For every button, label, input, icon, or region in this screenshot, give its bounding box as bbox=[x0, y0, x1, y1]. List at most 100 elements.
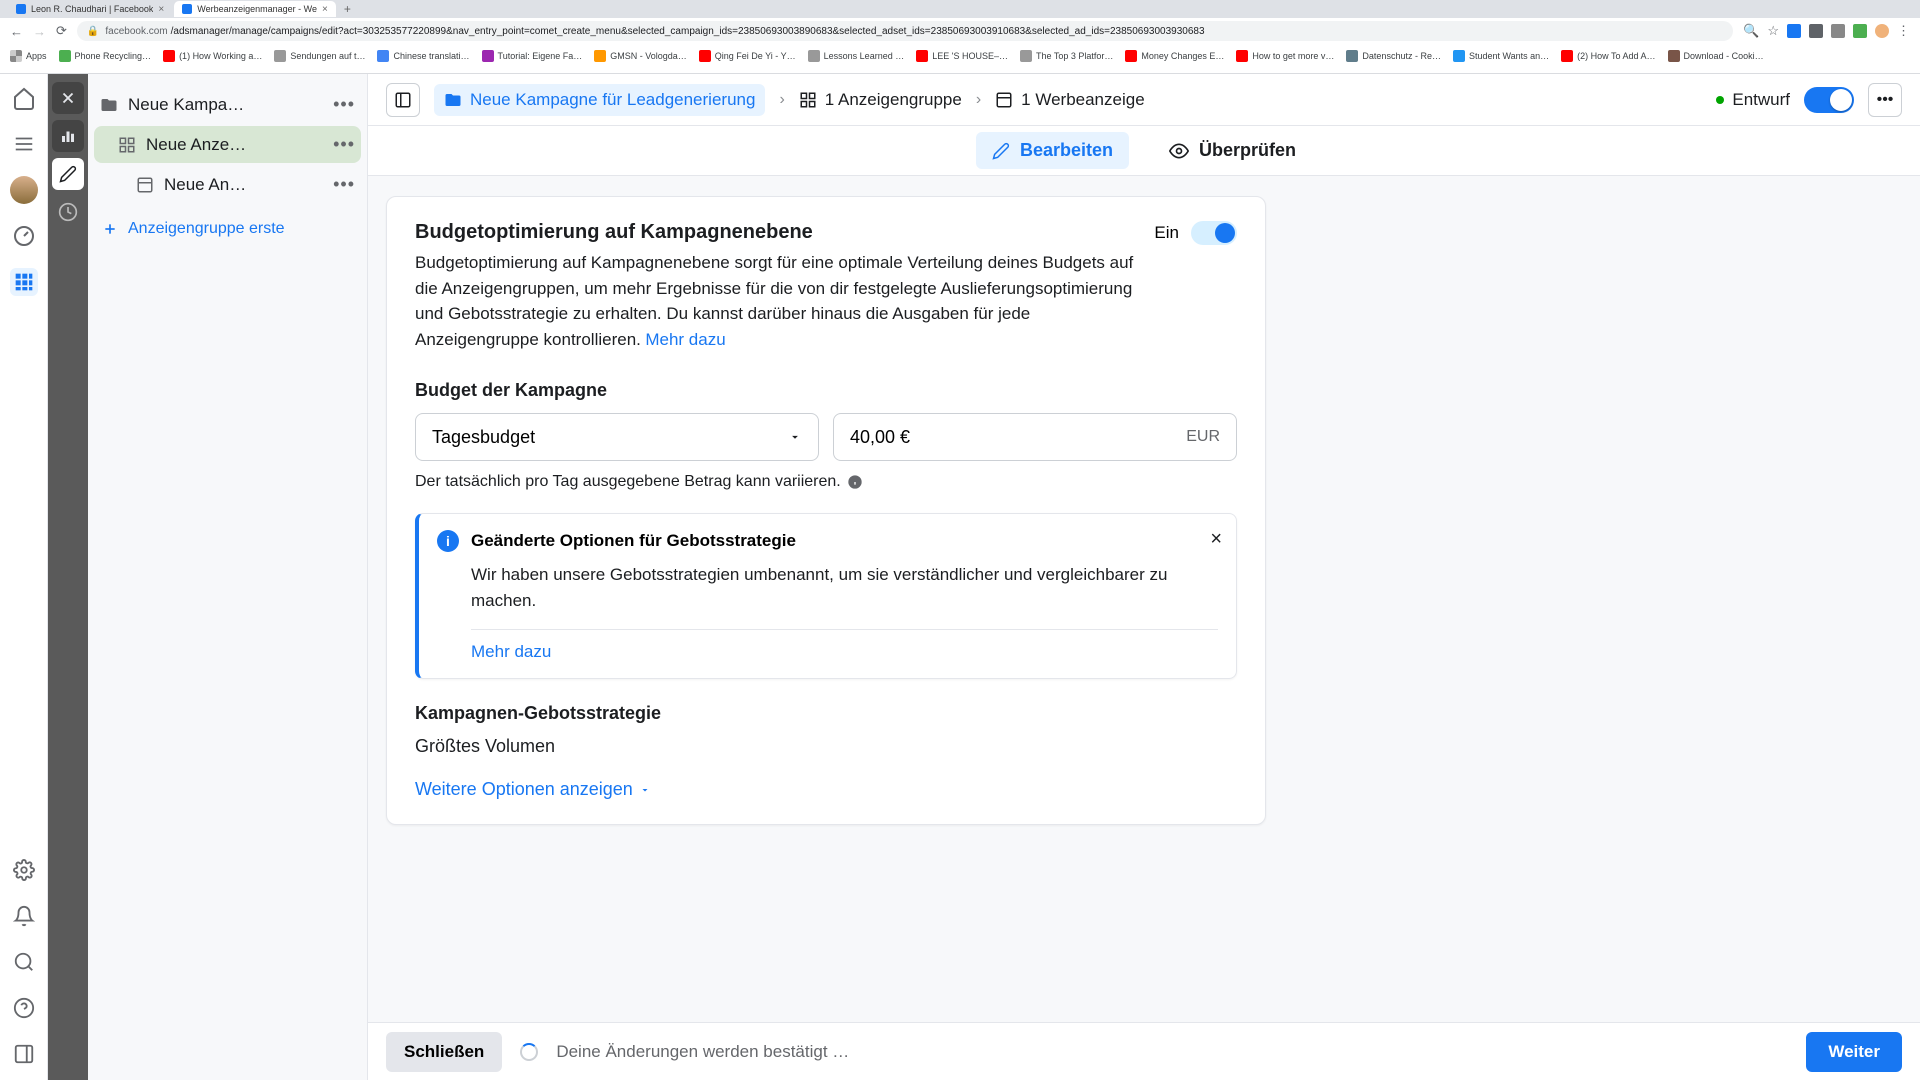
budget-type-select[interactable]: Tagesbudget bbox=[415, 413, 819, 461]
zoom-icon[interactable]: 🔍 bbox=[1743, 23, 1759, 39]
add-adset-button[interactable]: Anzeigengruppe erste bbox=[94, 206, 361, 252]
bookmark-item[interactable]: Student Wants an… bbox=[1453, 50, 1549, 62]
bookmark-item[interactable]: Download - Cooki… bbox=[1668, 50, 1764, 62]
browser-tab-active[interactable]: Werbeanzeigenmanager - We × bbox=[174, 1, 336, 17]
bookmark-item[interactable]: Money Changes E… bbox=[1125, 50, 1224, 62]
bookmark-item[interactable]: Qing Fei De Yi - Y… bbox=[699, 50, 796, 62]
panel-toggle-button[interactable] bbox=[386, 83, 420, 117]
bookmark-item[interactable]: Sendungen auf t… bbox=[274, 50, 365, 62]
budget-card: Budgetoptimierung auf Kampagnenebene Bud… bbox=[386, 196, 1266, 825]
spinner-icon bbox=[520, 1043, 538, 1061]
back-button[interactable]: ← bbox=[10, 24, 23, 39]
bookmark-item[interactable]: Chinese translati… bbox=[377, 50, 469, 62]
close-icon[interactable]: × bbox=[158, 4, 164, 15]
profile-icon[interactable] bbox=[1875, 24, 1889, 38]
reload-button[interactable]: ⟳ bbox=[56, 23, 67, 39]
url-bar[interactable]: 🔒 facebook.com/adsmanager/manage/campaig… bbox=[77, 21, 1733, 41]
campaign-toggle[interactable] bbox=[1804, 87, 1854, 113]
ad-icon bbox=[136, 176, 154, 194]
forward-button[interactable]: → bbox=[33, 24, 46, 39]
clock-icon[interactable] bbox=[52, 196, 84, 228]
learn-more-link[interactable]: Mehr dazu bbox=[645, 330, 725, 349]
edit-tab[interactable]: Bearbeiten bbox=[976, 132, 1129, 169]
cbo-toggle[interactable] bbox=[1191, 221, 1237, 245]
browser-tab[interactable]: Leon R. Chaudhari | Facebook × bbox=[8, 1, 172, 17]
breadcrumb-campaign[interactable]: Neue Kampagne für Leadgenerierung bbox=[434, 84, 765, 116]
more-icon[interactable]: ••• bbox=[333, 94, 355, 115]
collapse-icon[interactable] bbox=[10, 1040, 38, 1068]
extension-icon[interactable] bbox=[1831, 24, 1845, 38]
budget-amount-input[interactable] bbox=[850, 427, 1186, 448]
apps-button[interactable]: Apps bbox=[10, 50, 47, 62]
info-icon: i bbox=[437, 530, 459, 552]
tab-bar: Leon R. Chaudhari | Facebook × Werbeanze… bbox=[0, 0, 1920, 18]
select-value: Tagesbudget bbox=[432, 427, 535, 448]
chevron-right-icon: › bbox=[779, 91, 784, 109]
bookmark-item[interactable]: (2) How To Add A… bbox=[1561, 50, 1655, 62]
extension-icon[interactable] bbox=[1853, 24, 1867, 38]
info-learn-more-link[interactable]: Mehr dazu bbox=[437, 642, 1218, 662]
folder-icon bbox=[444, 91, 462, 109]
bookmark-item[interactable]: How to get more v… bbox=[1236, 50, 1334, 62]
tree-campaign-row[interactable]: Neue Kampa… ••• bbox=[94, 86, 361, 123]
favicon bbox=[182, 4, 192, 14]
star-icon[interactable]: ☆ bbox=[1767, 23, 1779, 39]
bookmark-item[interactable]: The Top 3 Platfor… bbox=[1020, 50, 1113, 62]
menu-icon[interactable]: ⋮ bbox=[1897, 23, 1910, 39]
content-scroll[interactable]: Budgetoptimierung auf Kampagnenebene Bud… bbox=[368, 176, 1920, 1080]
folder-icon bbox=[100, 96, 118, 114]
help-icon[interactable] bbox=[10, 994, 38, 1022]
more-icon[interactable]: ••• bbox=[333, 174, 355, 195]
home-icon[interactable] bbox=[10, 84, 38, 112]
draft-label: Entwurf bbox=[1732, 90, 1790, 110]
gauge-icon[interactable] bbox=[10, 222, 38, 250]
bookmark-item[interactable]: Phone Recycling… bbox=[59, 50, 152, 62]
ads-manager-icon[interactable] bbox=[10, 268, 38, 296]
info-icon[interactable] bbox=[847, 474, 863, 490]
close-icon[interactable]: × bbox=[322, 4, 328, 15]
chart-icon[interactable] bbox=[52, 120, 84, 152]
budget-section-title: Budget der Kampagne bbox=[415, 380, 1237, 401]
budget-amount-field[interactable]: EUR bbox=[833, 413, 1237, 461]
bookmark-item[interactable]: (1) How Working a… bbox=[163, 50, 262, 62]
extension-icon[interactable] bbox=[1787, 24, 1801, 38]
close-icon[interactable]: × bbox=[1210, 528, 1222, 551]
breadcrumb-ad[interactable]: 1 Werbeanzeige bbox=[995, 90, 1145, 110]
breadcrumb-adset[interactable]: 1 Anzeigengruppe bbox=[799, 90, 962, 110]
bookmark-item[interactable]: Lessons Learned … bbox=[808, 50, 905, 62]
avatar[interactable] bbox=[10, 176, 38, 204]
info-title: Geänderte Optionen für Gebotsstrategie bbox=[471, 531, 796, 551]
search-icon[interactable] bbox=[10, 948, 38, 976]
close-button[interactable] bbox=[52, 82, 84, 114]
extension-icon[interactable] bbox=[1809, 24, 1823, 38]
favicon bbox=[16, 4, 26, 14]
info-body: Wir haben unsere Gebotsstrategien umbena… bbox=[437, 562, 1218, 613]
plus-icon bbox=[102, 221, 118, 237]
gear-icon[interactable] bbox=[10, 856, 38, 884]
edit-icon[interactable] bbox=[52, 158, 84, 190]
tree-label: Neue Anze… bbox=[146, 135, 246, 155]
review-tab[interactable]: Überprüfen bbox=[1153, 132, 1312, 169]
bookmark-item[interactable]: Tutorial: Eigene Fa… bbox=[482, 50, 583, 62]
url-host: facebook.com bbox=[105, 26, 167, 37]
crumb-label: 1 Werbeanzeige bbox=[1021, 90, 1145, 110]
menu-icon[interactable] bbox=[10, 130, 38, 158]
tree-ad-row[interactable]: Neue An… ••• bbox=[94, 166, 361, 203]
close-button[interactable]: Schließen bbox=[386, 1032, 502, 1072]
bookmark-item[interactable]: Datenschutz - Re… bbox=[1346, 50, 1441, 62]
tab-label: Bearbeiten bbox=[1020, 140, 1113, 161]
bookmark-item[interactable]: GMSN - Vologda… bbox=[594, 50, 687, 62]
bookmark-item[interactable]: LEE 'S HOUSE–… bbox=[916, 50, 1008, 62]
tree-adset-row[interactable]: Neue Anze… ••• bbox=[94, 126, 361, 163]
left-rail bbox=[0, 74, 48, 1080]
ad-icon bbox=[995, 91, 1013, 109]
next-button[interactable]: Weiter bbox=[1806, 1032, 1902, 1072]
new-tab-button[interactable]: + bbox=[338, 2, 357, 16]
app: Neue Kampa… ••• Neue Anze… ••• Neue An… … bbox=[0, 74, 1920, 1080]
more-icon[interactable]: ••• bbox=[333, 134, 355, 155]
toggle-label: Ein bbox=[1154, 223, 1179, 243]
chevron-down-icon bbox=[788, 430, 802, 444]
more-options-link[interactable]: Weitere Optionen anzeigen bbox=[415, 779, 1237, 800]
more-menu-button[interactable]: ••• bbox=[1868, 83, 1902, 117]
bell-icon[interactable] bbox=[10, 902, 38, 930]
